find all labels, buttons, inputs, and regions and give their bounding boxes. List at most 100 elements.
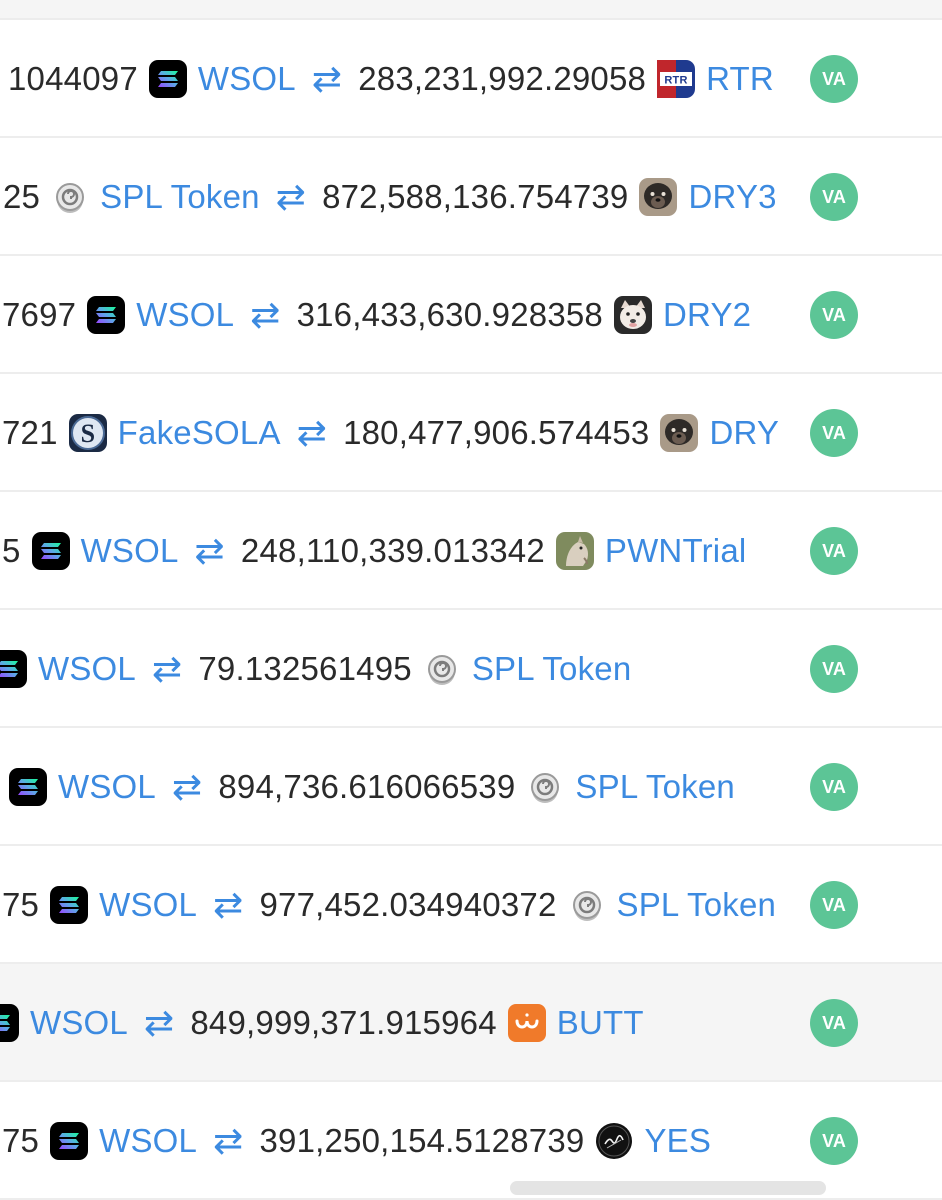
to-amount: 180,477,906.574453 (343, 414, 650, 451)
swap-arrow-icon: ⇄ (250, 294, 281, 335)
to-amount: 849,999,371.915964 (190, 1004, 497, 1041)
swap-summary: WSOL ⇄ 849,999,371.915964 BUTT (0, 964, 644, 1082)
swap-arrow-icon: ⇄ (311, 58, 343, 99)
from-amount: 25 (3, 178, 41, 215)
platform-badge[interactable]: VA (810, 881, 858, 929)
from-token-link[interactable]: WSOL (136, 296, 234, 334)
solana-icon (148, 59, 188, 99)
platform-badge[interactable]: VA (810, 645, 858, 693)
swap-summary: WSOL ⇄ 894,736.616066539 SPL Token (0, 728, 735, 846)
to-token-link[interactable]: YES (644, 1122, 711, 1160)
from-token-link[interactable]: WSOL (38, 650, 136, 688)
swap-arrow-icon: ⇄ (143, 1002, 175, 1043)
table-row[interactable]: 5 WSOL ⇄ 248,110,339.013342 PWNTrial VA (0, 492, 942, 610)
swap-arrow-icon: ⇄ (213, 884, 244, 925)
to-token-link[interactable]: SPL Token (575, 768, 735, 806)
from-amount: 75 (2, 886, 40, 923)
table-row[interactable]: WSOL ⇄ 894,736.616066539 SPL Token VA (0, 728, 942, 846)
solana-icon (31, 531, 71, 571)
to-amount: 283,231,992.29058 (358, 60, 647, 97)
table-row[interactable]: 25 SPL Token ⇄ 872,588,136.754739 DRY3 V… (0, 138, 942, 256)
from-token-link[interactable]: WSOL (58, 768, 156, 806)
table-row[interactable]: 1044097 WSOL ⇄ 283,231,992.29058 RTR RTR… (0, 20, 942, 138)
to-token-link[interactable]: PWNTrial (605, 532, 747, 570)
to-amount: 79.132561495 (198, 650, 412, 687)
dog-photo-icon (659, 413, 699, 453)
swap-summary: 721 S FakeSOLA ⇄ 180,477,906.574453 DRY (2, 374, 779, 492)
from-amount: 7697 (2, 296, 77, 333)
to-token-link[interactable]: SPL Token (617, 886, 777, 924)
swap-arrow-icon: ⇄ (151, 648, 183, 689)
from-token-link[interactable]: SPL Token (100, 178, 260, 216)
swap-summary: 25 SPL Token ⇄ 872,588,136.754739 DRY3 (3, 138, 777, 256)
from-token-link[interactable]: WSOL (81, 532, 179, 570)
to-amount: 391,250,154.5128739 (259, 1122, 585, 1159)
fake-sola-icon: S (68, 413, 108, 453)
swap-summary: 5 WSOL ⇄ 248,110,339.013342 PWNTrial (2, 492, 746, 610)
solana-icon (49, 1121, 89, 1161)
horse-photo-icon (555, 531, 595, 571)
from-amount: 721 (2, 414, 58, 451)
from-token-link[interactable]: WSOL (30, 1004, 128, 1042)
yes-token-icon (594, 1121, 634, 1161)
from-token-link[interactable]: FakeSOLA (118, 414, 281, 452)
swap-arrow-icon: ⇄ (194, 530, 225, 571)
from-amount: 5 (2, 532, 21, 569)
to-token-link[interactable]: SPL Token (472, 650, 632, 688)
to-amount: 248,110,339.013342 (240, 532, 545, 569)
swap-summary: 75 WSOL ⇄ 977,452.034940372 SPL Token (2, 846, 776, 964)
from-amount: 1044097 (8, 60, 138, 97)
solana-icon (0, 1003, 20, 1043)
to-amount: 872,588,136.754739 (322, 178, 629, 215)
platform-badge[interactable]: VA (810, 409, 858, 457)
platform-badge[interactable]: VA (810, 763, 858, 811)
rtr-token-icon: RTR (656, 59, 696, 99)
table-row[interactable]: 75 WSOL ⇄ 977,452.034940372 SPL Token VA (0, 846, 942, 964)
header-strip (0, 0, 942, 20)
to-token-link[interactable]: RTR (706, 60, 774, 98)
platform-badge[interactable]: VA (810, 291, 858, 339)
from-token-link[interactable]: WSOL (198, 60, 296, 98)
swap-summary: 1044097 WSOL ⇄ 283,231,992.29058 RTR RTR (8, 20, 774, 138)
to-token-link[interactable]: BUTT (557, 1004, 644, 1042)
solana-icon (0, 649, 28, 689)
swap-arrow-icon: ⇄ (171, 766, 203, 807)
bulldog-photo-icon (613, 295, 653, 335)
spl-token-icon (422, 649, 462, 689)
to-amount: 894,736.616066539 (218, 768, 516, 805)
dog-photo-icon (638, 177, 678, 217)
table-row[interactable]: 721 S FakeSOLA ⇄ 180,477,906.574453 DRY … (0, 374, 942, 492)
table-row[interactable]: WSOL ⇄ 79.132561495 SPL Token VA (0, 610, 942, 728)
spl-token-icon (525, 767, 565, 807)
from-token-link[interactable]: WSOL (99, 886, 197, 924)
horizontal-scrollbar[interactable] (510, 1181, 826, 1195)
solana-icon (86, 295, 126, 335)
platform-badge[interactable]: VA (810, 1117, 858, 1165)
from-amount: 75 (2, 1122, 40, 1159)
svg-text:S: S (80, 419, 95, 448)
to-token-link[interactable]: DRY (709, 414, 779, 452)
transactions-page: 1044097 WSOL ⇄ 283,231,992.29058 RTR RTR… (0, 0, 942, 1200)
platform-badge[interactable]: VA (810, 173, 858, 221)
butt-token-icon (507, 1003, 547, 1043)
spl-token-icon (50, 177, 90, 217)
spl-token-icon (567, 885, 607, 925)
solana-icon (49, 885, 89, 925)
to-token-link[interactable]: DRY3 (688, 178, 776, 216)
swap-arrow-icon: ⇄ (213, 1120, 244, 1161)
from-token-link[interactable]: WSOL (99, 1122, 197, 1160)
platform-badge[interactable]: VA (810, 55, 858, 103)
to-amount: 977,452.034940372 (259, 886, 557, 923)
solana-icon (8, 767, 48, 807)
to-token-link[interactable]: DRY2 (663, 296, 751, 334)
swap-summary: WSOL ⇄ 79.132561495 SPL Token (0, 610, 631, 728)
svg-text:RTR: RTR (664, 75, 687, 87)
platform-badge[interactable]: VA (810, 999, 858, 1047)
swap-arrow-icon: ⇄ (275, 176, 307, 217)
swap-arrow-icon: ⇄ (296, 412, 328, 453)
platform-badge[interactable]: VA (810, 527, 858, 575)
table-row[interactable]: WSOL ⇄ 849,999,371.915964 BUTT VA (0, 964, 942, 1082)
table-row[interactable]: 7697 WSOL ⇄ 316,433,630.928358 DRY2 VA (0, 256, 942, 374)
swap-summary: 7697 WSOL ⇄ 316,433,630.928358 DRY2 (2, 256, 751, 374)
to-amount: 316,433,630.928358 (296, 296, 603, 333)
